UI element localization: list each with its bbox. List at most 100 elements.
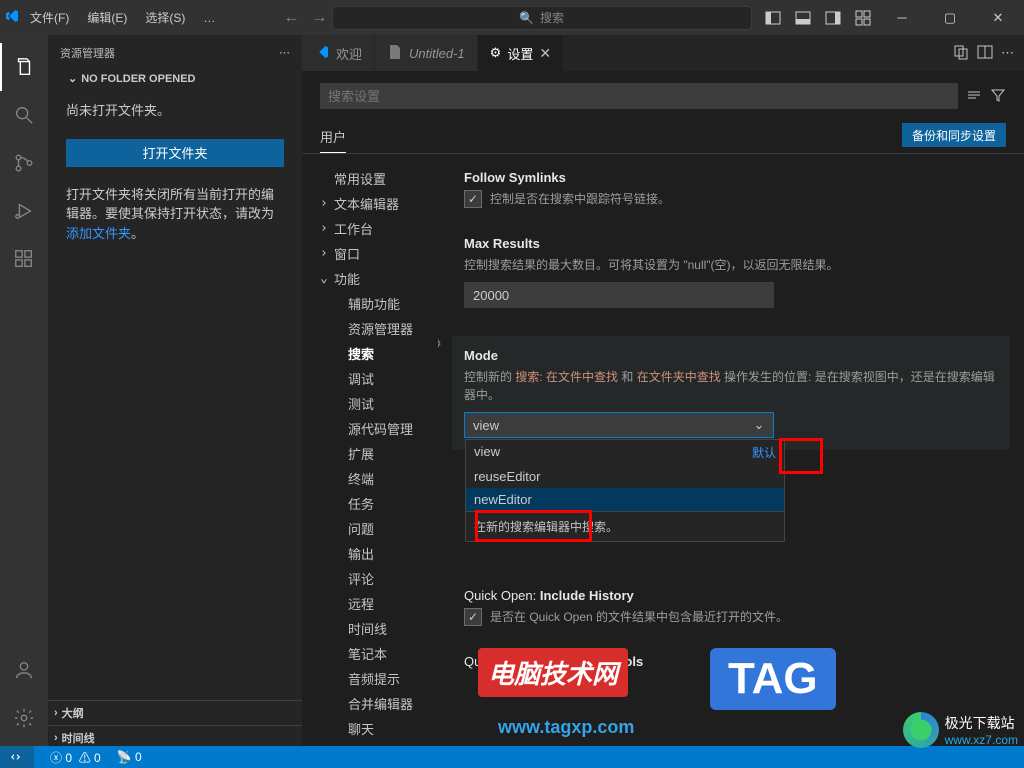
activity-settings[interactable] — [0, 694, 48, 742]
toc-accessibility[interactable]: 辅助功能 — [320, 291, 438, 316]
activity-account[interactable] — [0, 646, 48, 694]
editor-tabs: 欢迎 Untitled-1 ⚙ 设置 ✕ ⋯ — [302, 35, 1024, 71]
mode-dropdown: view默认 reuseEditor newEditor 在新的搜索编辑器中搜索… — [465, 439, 785, 542]
toc-audiocues[interactable]: 音频提示 — [320, 666, 438, 691]
toc-debug[interactable]: 调试 — [320, 366, 438, 391]
no-folder-message: 尚未打开文件夹。 — [66, 101, 284, 121]
toc-output[interactable]: 输出 — [320, 541, 438, 566]
gear-icon[interactable]: ⚙ — [438, 336, 442, 352]
chevron-right-icon: › — [54, 707, 58, 719]
toc-terminal[interactable]: 终端 — [320, 466, 438, 491]
watermark-tag: TAG — [710, 648, 836, 710]
activity-debug[interactable] — [0, 187, 48, 235]
toc-workbench[interactable]: ›工作台 — [320, 216, 438, 241]
site-logo-icon — [903, 712, 939, 748]
activity-extensions[interactable] — [0, 235, 48, 283]
menu-edit[interactable]: 编辑(E) — [79, 5, 135, 30]
command-center-search[interactable]: 🔍 搜索 — [332, 6, 752, 30]
menu-select[interactable]: 选择(S) — [137, 5, 193, 30]
chevron-down-icon: ⌄ — [68, 72, 77, 85]
setting-mode: ⚙ Mode 控制新的 搜索: 在文件中查找 和 在文件夹中查找 操作发生的位置… — [452, 336, 1010, 450]
follow-symlinks-checkbox[interactable]: ✓ — [464, 190, 482, 208]
toc-extensions[interactable]: 扩展 — [320, 441, 438, 466]
outline-section[interactable]: ›大纲 — [48, 700, 302, 725]
sidebar-title: 资源管理器 — [60, 45, 115, 61]
toc-search[interactable]: 搜索 — [320, 341, 438, 366]
toc-remote[interactable]: 远程 — [320, 591, 438, 616]
settings-toc: 常用设置 ›文本编辑器 ›工作台 ›窗口 ⌄功能 辅助功能 资源管理器 搜索 调… — [302, 154, 438, 750]
mode-option-description: 在新的搜索编辑器中搜索。 — [466, 511, 784, 541]
add-folder-link[interactable]: 添加文件夹 — [66, 226, 131, 241]
toc-scm[interactable]: 源代码管理 — [320, 416, 438, 441]
watermark-url: www.tagxp.com — [498, 717, 634, 738]
watermark-text: 电脑技术网 — [478, 648, 628, 697]
settings-tab-user[interactable]: 用户 — [320, 121, 346, 153]
toc-problems[interactable]: 问题 — [320, 516, 438, 541]
activity-bar — [0, 35, 48, 750]
editor-more-icon[interactable]: ⋯ — [1001, 45, 1014, 61]
folder-hint: 打开文件夹将关闭所有当前打开的编辑器。要使其保持打开状态，请改为添加文件夹。 — [66, 185, 284, 244]
setting-quickopen-history: Quick Open: Include History ✓ 是否在 Quick … — [464, 588, 998, 626]
toc-mergeeditor[interactable]: 合并编辑器 — [320, 691, 438, 716]
toc-timeline[interactable]: 时间线 — [320, 616, 438, 641]
activity-scm[interactable] — [0, 139, 48, 187]
tab-settings[interactable]: ⚙ 设置 ✕ — [478, 35, 564, 71]
vscode-icon — [314, 44, 330, 63]
tab-welcome[interactable]: 欢迎 — [302, 35, 375, 71]
toc-features[interactable]: ⌄功能 — [320, 266, 438, 291]
status-ports[interactable]: 📡 0 — [117, 750, 142, 764]
filter-icon[interactable] — [990, 87, 1006, 106]
layout-bottom-icon[interactable] — [790, 5, 816, 31]
mode-select[interactable]: view ⌄ view默认 reuseEditor newEditor 在新的搜… — [464, 412, 774, 438]
tab-untitled[interactable]: Untitled-1 — [375, 35, 478, 71]
clear-search-icon[interactable] — [966, 87, 982, 106]
toc-notebook[interactable]: 笔记本 — [320, 641, 438, 666]
nav-back[interactable]: ← — [283, 9, 299, 27]
activity-explorer[interactable] — [0, 43, 48, 91]
sidebar-more-icon[interactable]: ⋯ — [279, 46, 290, 59]
gear-icon: ⚙ — [490, 45, 502, 61]
chevron-down-icon[interactable]: ⌄ — [747, 413, 771, 437]
open-folder-button[interactable]: 打开文件夹 — [66, 139, 284, 167]
activity-search[interactable] — [0, 91, 48, 139]
window-maximize[interactable]: ▢ — [928, 0, 972, 35]
file-icon — [387, 44, 403, 63]
watermark-site: 极光下载站 www.xz7.com — [903, 712, 1018, 748]
layout-right-icon[interactable] — [820, 5, 846, 31]
search-icon: 🔍 — [519, 11, 534, 25]
setting-follow-symlinks: Follow Symlinks ✓ 控制是否在搜索中跟踪符号链接。 — [464, 170, 998, 208]
toc-testing[interactable]: 测试 — [320, 391, 438, 416]
mode-option-neweditor[interactable]: newEditor — [466, 488, 784, 511]
toc-comments[interactable]: 评论 — [320, 566, 438, 591]
window-close[interactable]: ✕ — [976, 0, 1020, 35]
quickopen-history-checkbox[interactable]: ✓ — [464, 608, 482, 626]
max-results-input[interactable] — [464, 282, 774, 308]
remote-indicator[interactable] — [0, 746, 34, 768]
backup-sync-button[interactable]: 备份和同步设置 — [902, 123, 1006, 147]
toc-explorer[interactable]: 资源管理器 — [320, 316, 438, 341]
window-minimize[interactable]: ─ — [880, 0, 924, 35]
mode-option-view[interactable]: view默认 — [466, 440, 784, 465]
editor-area: 欢迎 Untitled-1 ⚙ 设置 ✕ ⋯ — [302, 35, 1024, 750]
menu-file[interactable]: 文件(F) — [22, 5, 77, 30]
toc-tasks[interactable]: 任务 — [320, 491, 438, 516]
close-tab-icon[interactable]: ✕ — [539, 45, 551, 62]
layout-customize-icon[interactable] — [850, 5, 876, 31]
menu-more[interactable]: … — [195, 7, 223, 29]
status-bar: ⓧ 0 ⚠ 0 📡 0 — [0, 746, 1024, 768]
toc-text-editor[interactable]: ›文本编辑器 — [320, 191, 438, 216]
mode-option-reuseeditor[interactable]: reuseEditor — [466, 465, 784, 488]
toc-chat[interactable]: 聊天 — [320, 716, 438, 741]
setting-max-results: Max Results 控制搜索结果的最大数目。可将其设置为 "null"(空)… — [464, 236, 998, 308]
toc-window[interactable]: ›窗口 — [320, 241, 438, 266]
explorer-sidebar: 资源管理器 ⋯ ⌄NO FOLDER OPENED 尚未打开文件夹。 打开文件夹… — [48, 35, 302, 750]
vscode-icon — [4, 8, 20, 27]
layout-left-icon[interactable] — [760, 5, 786, 31]
no-folder-section[interactable]: ⌄NO FOLDER OPENED — [48, 70, 302, 91]
nav-forward[interactable]: → — [311, 9, 327, 27]
split-editor-icon[interactable] — [977, 44, 993, 63]
settings-search-input[interactable] — [320, 83, 958, 109]
status-problems[interactable]: ⓧ 0 ⚠ 0 — [50, 749, 101, 766]
open-changes-icon[interactable] — [953, 44, 969, 63]
toc-common[interactable]: 常用设置 — [320, 166, 438, 191]
